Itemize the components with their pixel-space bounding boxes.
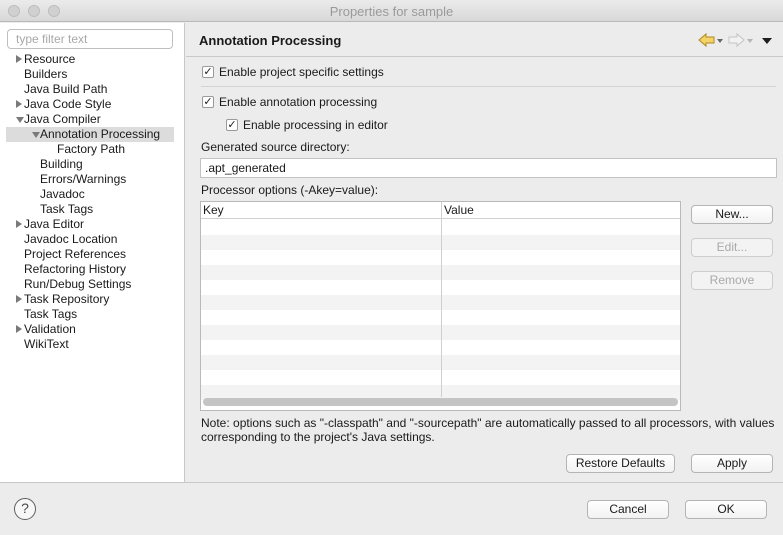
collapsed-twisty-icon[interactable] [16, 220, 22, 228]
tree-item[interactable]: Java Build Path [0, 82, 184, 97]
tree-item-label: Java Compiler [24, 112, 101, 126]
tree-item[interactable]: Errors/Warnings [0, 172, 184, 187]
edit-button[interactable]: Edit... [691, 238, 773, 257]
tree-item-label: Builders [24, 67, 68, 81]
tree-item[interactable]: WikiText [0, 337, 184, 352]
collapsed-twisty-icon[interactable] [16, 295, 22, 303]
tree-item[interactable]: Factory Path [0, 142, 184, 157]
section-divider [201, 86, 776, 87]
tree-item-label: Java Editor [24, 217, 85, 231]
header-divider [186, 56, 783, 57]
tree-item-label: Task Tags [40, 202, 94, 216]
forward-history-dropdown-icon [747, 39, 753, 43]
tree-item-label: Factory Path [57, 142, 126, 156]
tree-item[interactable]: Annotation Processing [6, 127, 174, 142]
tree-item-label: Project References [24, 247, 127, 261]
tree-item-label: WikiText [24, 337, 69, 351]
tree-item[interactable]: Task Repository [0, 292, 184, 307]
filter-input[interactable] [7, 29, 173, 49]
title-bar: Properties for sample [0, 0, 783, 22]
sidebar: ResourceBuildersJava Build PathJava Code… [0, 23, 185, 482]
tree-item[interactable]: Validation [0, 322, 184, 337]
restore-defaults-button[interactable]: Restore Defaults [566, 454, 675, 473]
collapsed-twisty-icon[interactable] [16, 100, 22, 108]
column-header-key[interactable]: Key [203, 203, 224, 217]
tree-item[interactable]: Refactoring History [0, 262, 184, 277]
tree-item-label: Building [40, 157, 83, 171]
back-arrow-icon[interactable] [698, 32, 716, 48]
tree-item-label: Refactoring History [24, 262, 127, 276]
collapsed-twisty-icon[interactable] [16, 325, 22, 333]
tree-item-label: Errors/Warnings [40, 172, 127, 186]
tree-item-label: Task Tags [24, 307, 78, 321]
tree-item-label: Java Code Style [24, 97, 112, 111]
tree-item[interactable]: Building [0, 157, 184, 172]
expanded-twisty-icon[interactable] [32, 132, 40, 138]
tree-item[interactable]: Resource [0, 52, 184, 67]
processor-options-table[interactable]: Key Value [200, 201, 681, 411]
property-page: Annotation Processing ✓ Enable project s… [186, 23, 783, 482]
checkmark-icon: ✓ [202, 96, 214, 108]
property-page-tree: Resource Builders Java Build Path Java Code… [0, 52, 184, 352]
cancel-button[interactable]: Cancel [587, 500, 669, 519]
checkmark-icon: ✓ [226, 119, 238, 131]
tree-item-label: Annotation Processing [40, 127, 161, 141]
tree-item-label: Java Build Path [24, 82, 108, 96]
back-history-dropdown-icon[interactable] [717, 39, 723, 43]
tree-item[interactable]: Run/Debug Settings [0, 277, 184, 292]
apply-button[interactable]: Apply [691, 454, 773, 473]
view-menu-icon[interactable] [762, 38, 772, 44]
generated-source-dir-label: Generated source directory: [201, 140, 350, 154]
checkmark-icon: ✓ [202, 66, 214, 78]
expanded-twisty-icon[interactable] [16, 117, 24, 123]
generated-source-dir-field[interactable]: .apt_generated [200, 158, 777, 178]
tree-item[interactable]: Java Code Style [0, 97, 184, 112]
tree-item-label: Task Repository [24, 292, 110, 306]
tree-item[interactable]: Task Tags [0, 202, 184, 217]
tree-item[interactable]: Java Compiler [0, 112, 184, 127]
tree-item[interactable]: Javadoc [0, 187, 184, 202]
ok-button[interactable]: OK [685, 500, 767, 519]
collapsed-twisty-icon[interactable] [16, 55, 22, 63]
tree-item-label: Javadoc Location [24, 232, 118, 246]
remove-button[interactable]: Remove [691, 271, 773, 290]
page-title: Annotation Processing [199, 33, 342, 48]
tree-item[interactable]: Javadoc Location [0, 232, 184, 247]
column-header-value[interactable]: Value [444, 203, 474, 217]
forward-arrow-icon [728, 32, 745, 48]
tree-item[interactable]: Java Editor [0, 217, 184, 232]
tree-item[interactable]: Builders [0, 67, 184, 82]
tree-item[interactable]: Task Tags [0, 307, 184, 322]
note-text: Note: options such as "-classpath" and "… [201, 416, 775, 444]
tree-item-label: Run/Debug Settings [24, 277, 132, 291]
tree-item-label: Resource [24, 52, 76, 66]
new-button[interactable]: New... [691, 205, 773, 224]
properties-dialog: Properties for sample ResourceBuildersJa… [0, 0, 783, 535]
horizontal-scrollbar[interactable] [203, 398, 678, 406]
tree-item[interactable]: Project References [0, 247, 184, 262]
column-divider[interactable] [441, 202, 442, 397]
tree-item-label: Javadoc [40, 187, 85, 201]
dialog-footer: ? Cancel OK [0, 482, 783, 535]
window-title: Properties for sample [329, 4, 454, 19]
help-icon[interactable]: ? [14, 498, 36, 520]
processor-options-label: Processor options (-Akey=value): [201, 183, 379, 197]
tree-item-label: Validation [24, 322, 76, 336]
